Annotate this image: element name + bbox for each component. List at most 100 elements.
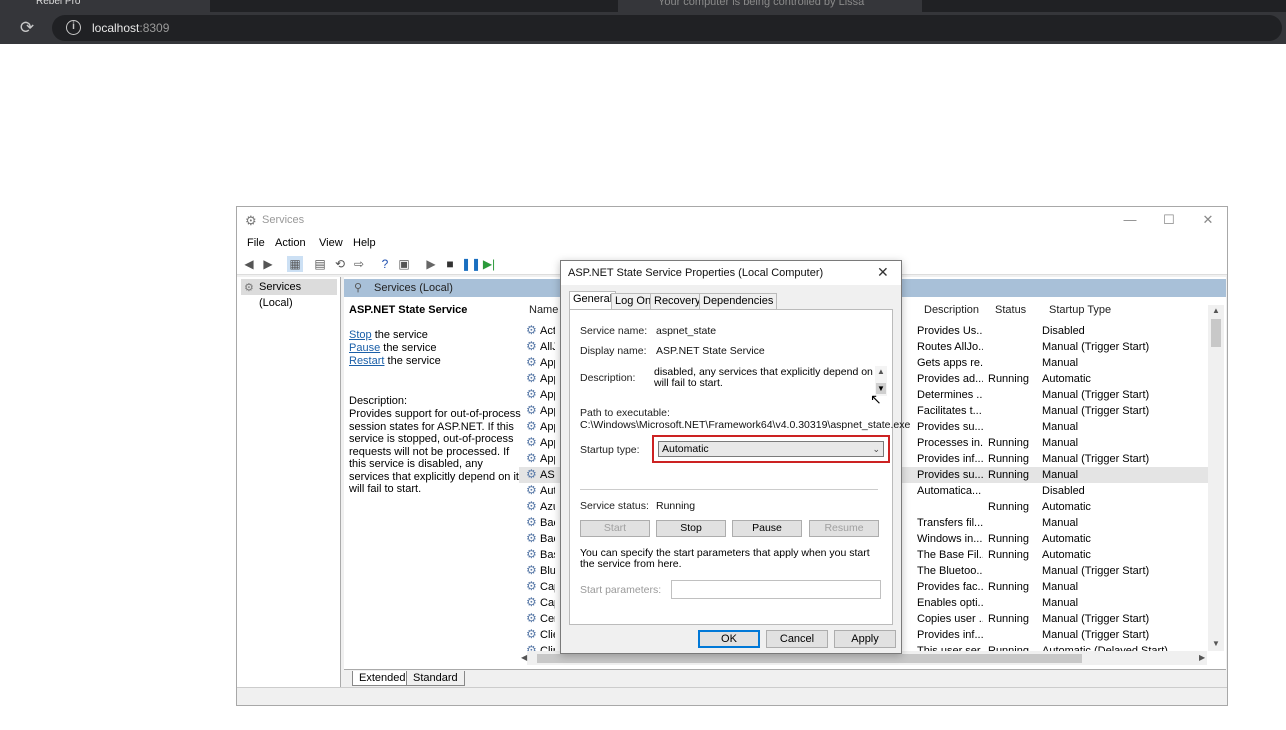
menu-help[interactable]: Help <box>353 237 376 249</box>
startup-type-select[interactable]: Automatic ⌄ <box>658 441 884 457</box>
service-startup-cell: Manual <box>1042 421 1079 433</box>
service-name-cell: Acti <box>540 325 555 337</box>
stop-service-icon[interactable]: ■ <box>442 256 458 272</box>
properties-list-icon[interactable]: ▤ <box>312 256 328 272</box>
service-name-cell: App <box>540 453 555 465</box>
startup-type-label: Startup type: <box>580 444 640 456</box>
service-startup-cell: Manual (Trigger Start) <box>1042 613 1150 625</box>
service-description-cell: Routes AllJo... <box>917 341 983 353</box>
stop-link[interactable]: Stop <box>349 329 372 341</box>
service-status-cell: Running <box>988 549 1029 561</box>
refresh-icon[interactable]: ⟲ <box>332 256 348 272</box>
tab-dependencies[interactable]: Dependencies <box>699 293 778 309</box>
tab-recovery[interactable]: Recovery <box>650 293 705 309</box>
scroll-right-icon[interactable]: ▶ <box>1199 653 1205 662</box>
menu-file[interactable]: File <box>247 237 265 249</box>
url-host: localhost <box>92 21 140 35</box>
tab-extended[interactable]: Extended <box>352 671 413 686</box>
tab-log-on[interactable]: Log On <box>611 293 656 309</box>
column-header-status[interactable]: Status <box>995 304 1026 316</box>
start-service-icon[interactable]: ▶ <box>423 256 439 272</box>
service-name-cell: Back <box>540 517 555 529</box>
service-name-cell: App <box>540 437 555 449</box>
service-name-cell: Blue <box>540 565 555 577</box>
column-header-name[interactable]: Name <box>529 304 558 316</box>
chevron-up-icon[interactable]: ▲ <box>877 367 885 376</box>
scroll-left-icon[interactable]: ◀ <box>521 653 527 662</box>
apply-button[interactable]: Apply <box>834 630 896 648</box>
help-icon[interactable]: ? <box>377 256 393 272</box>
cancel-button[interactable]: Cancel <box>766 630 828 648</box>
service-gear-icon: ⚙ <box>526 403 537 417</box>
action-text: the service <box>380 342 437 354</box>
tab-general[interactable]: General <box>569 291 617 310</box>
column-header-startup-type[interactable]: Startup Type <box>1049 304 1111 316</box>
service-gear-icon: ⚙ <box>526 595 537 609</box>
pause-service-icon[interactable]: ❚❚ <box>461 256 481 272</box>
menu-action[interactable]: Action <box>275 237 306 249</box>
restart-service-icon[interactable]: ▶| <box>481 256 497 272</box>
start-parameters-input[interactable] <box>671 580 881 599</box>
service-startup-cell: Manual (Trigger Start) <box>1042 405 1150 417</box>
ok-button[interactable]: OK <box>698 630 760 648</box>
description-label: Description: <box>349 395 408 407</box>
scroll-down-icon[interactable]: ▼ <box>1212 639 1220 648</box>
back-icon[interactable]: ◀ <box>241 256 257 272</box>
start-parameters-note: You can specify the start parameters tha… <box>580 547 870 570</box>
service-name-cell: App <box>540 389 555 401</box>
service-name-cell: Capt <box>540 597 555 609</box>
export-icon[interactable]: ⇨ <box>351 256 367 272</box>
maximize-icon[interactable]: ☐ <box>1154 211 1184 229</box>
dialog-titlebar: ASP.NET State Service Properties (Local … <box>561 261 901 285</box>
service-description-cell: Provides inf... <box>917 629 983 641</box>
selected-service-name: ASP.NET State Service <box>349 304 468 316</box>
display-name-value: ASP.NET State Service <box>656 345 765 357</box>
stop-button[interactable]: Stop <box>656 520 726 537</box>
service-startup-cell: Manual (Trigger Start) <box>1042 565 1150 577</box>
service-description-cell: Provides Us... <box>917 325 983 337</box>
service-gear-icon: ⚙ <box>526 467 537 481</box>
pause-link[interactable]: Pause <box>349 342 380 354</box>
resume-button[interactable]: Resume <box>809 520 879 537</box>
service-description-cell: Determines ... <box>917 389 983 401</box>
show-hide-icon[interactable]: ▣ <box>396 256 412 272</box>
service-gear-icon: ⚙ <box>526 547 537 561</box>
service-gear-icon: ⚙ <box>526 371 537 385</box>
close-icon[interactable]: ✕ <box>877 264 889 281</box>
info-icon[interactable]: i <box>66 20 81 35</box>
service-description-cell: The Base Fil... <box>917 549 983 561</box>
console-tree-icon[interactable]: ▦ <box>287 256 303 272</box>
start-button[interactable]: Start <box>580 520 650 537</box>
menu-view[interactable]: View <box>319 237 343 249</box>
close-icon[interactable]: ✕ <box>1193 211 1223 229</box>
scrollbar-thumb[interactable] <box>537 654 1082 663</box>
service-description-cell: The Bluetoo... <box>917 565 983 577</box>
service-gear-icon: ⚙ <box>526 419 537 433</box>
description-box[interactable]: disabled, any services that explicitly d… <box>654 367 884 395</box>
service-startup-cell: Automatic <box>1042 501 1091 513</box>
forward-icon[interactable]: ▶ <box>260 256 276 272</box>
action-stop: Stop the service <box>349 329 428 341</box>
service-startup-cell: Manual (Trigger Start) <box>1042 629 1150 641</box>
vertical-scrollbar[interactable]: ▲ ▼ <box>1208 305 1224 651</box>
tab-standard[interactable]: Standard <box>406 671 465 686</box>
browser-tab[interactable]: Rebel Pro <box>0 0 210 12</box>
service-description-cell: Gets apps re... <box>917 357 983 369</box>
scroll-up-icon[interactable]: ▲ <box>1212 306 1220 315</box>
scrollbar-thumb[interactable] <box>1211 319 1221 347</box>
service-name-cell: Auto <box>540 485 555 497</box>
tree-item-services-local[interactable]: ⚙ Services (Local) <box>241 279 337 309</box>
column-header-description[interactable]: Description <box>924 304 979 316</box>
service-status-cell: Running <box>988 581 1029 593</box>
service-description-cell: Provides fac... <box>917 581 983 593</box>
minimize-icon[interactable]: — <box>1115 211 1145 229</box>
address-bar[interactable]: i localhost:8309 <box>52 15 1282 41</box>
browser-toolbar: ⟳ i localhost:8309 <box>0 12 1286 44</box>
service-name-cell: Cert <box>540 613 555 625</box>
reload-icon[interactable]: ⟳ <box>18 19 36 37</box>
pause-button[interactable]: Pause <box>732 520 802 537</box>
service-status-cell: Running <box>988 453 1029 465</box>
restart-link[interactable]: Restart <box>349 355 384 367</box>
service-startup-cell: Automatic <box>1042 533 1091 545</box>
service-gear-icon: ⚙ <box>526 499 537 513</box>
